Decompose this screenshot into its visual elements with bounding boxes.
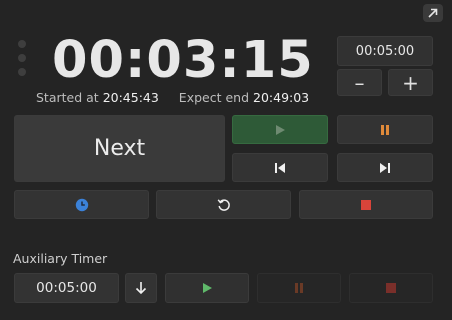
timer-panel: 00:03:15 Started at 20:45:43 Expect end … bbox=[0, 0, 452, 320]
started-label: Started at bbox=[36, 90, 99, 105]
skip-next-icon bbox=[379, 162, 391, 174]
auxiliary-direction-button[interactable] bbox=[125, 273, 157, 303]
expect-end-value: 20:49:03 bbox=[253, 90, 310, 105]
next-label: Next bbox=[93, 136, 146, 161]
reset-button[interactable] bbox=[156, 190, 291, 219]
pause-icon bbox=[294, 282, 304, 294]
auxiliary-duration-value: 00:05:00 bbox=[36, 280, 97, 296]
external-link-icon bbox=[427, 7, 439, 19]
next-button[interactable]: Next bbox=[14, 115, 225, 182]
expect-end-label: Expect end bbox=[178, 90, 250, 105]
plus-icon: + bbox=[402, 70, 419, 95]
increase-duration-button[interactable]: + bbox=[388, 69, 433, 96]
time-of-day-button[interactable] bbox=[14, 190, 149, 219]
auxiliary-timer-label: Auxiliary Timer bbox=[13, 251, 108, 266]
reset-icon bbox=[217, 198, 231, 212]
auxiliary-duration-field[interactable]: 00:05:00 bbox=[14, 273, 119, 303]
auxiliary-play-button[interactable] bbox=[165, 273, 249, 303]
handle-dot bbox=[18, 40, 26, 48]
auxiliary-stop-button[interactable] bbox=[349, 273, 433, 303]
skip-previous-icon bbox=[274, 162, 286, 174]
handle-dot bbox=[18, 54, 26, 62]
stop-icon bbox=[360, 199, 372, 211]
open-external-button[interactable] bbox=[423, 4, 443, 22]
stop-button[interactable] bbox=[299, 190, 433, 219]
duration-value: 00:05:00 bbox=[355, 43, 415, 59]
decrease-duration-button[interactable]: – bbox=[337, 69, 382, 96]
pause-icon bbox=[380, 124, 390, 136]
duration-field[interactable]: 00:05:00 bbox=[337, 36, 433, 66]
skip-next-button[interactable] bbox=[337, 153, 433, 182]
minus-icon: – bbox=[354, 70, 365, 95]
auxiliary-pause-button[interactable] bbox=[257, 273, 341, 303]
clock-icon bbox=[75, 198, 89, 212]
play-icon bbox=[274, 124, 286, 136]
timer-times: Started at 20:45:43 Expect end 20:49:03 bbox=[36, 90, 309, 106]
drag-handle[interactable] bbox=[18, 40, 28, 76]
started-value: 20:45:43 bbox=[102, 90, 159, 105]
arrow-down-icon bbox=[135, 281, 147, 295]
main-timer-display: 00:03:15 bbox=[52, 31, 314, 90]
play-button[interactable] bbox=[232, 115, 328, 144]
stop-icon bbox=[385, 282, 397, 294]
handle-dot bbox=[18, 68, 26, 76]
play-icon bbox=[201, 282, 213, 294]
previous-button[interactable] bbox=[232, 153, 328, 182]
pause-button[interactable] bbox=[337, 115, 433, 144]
